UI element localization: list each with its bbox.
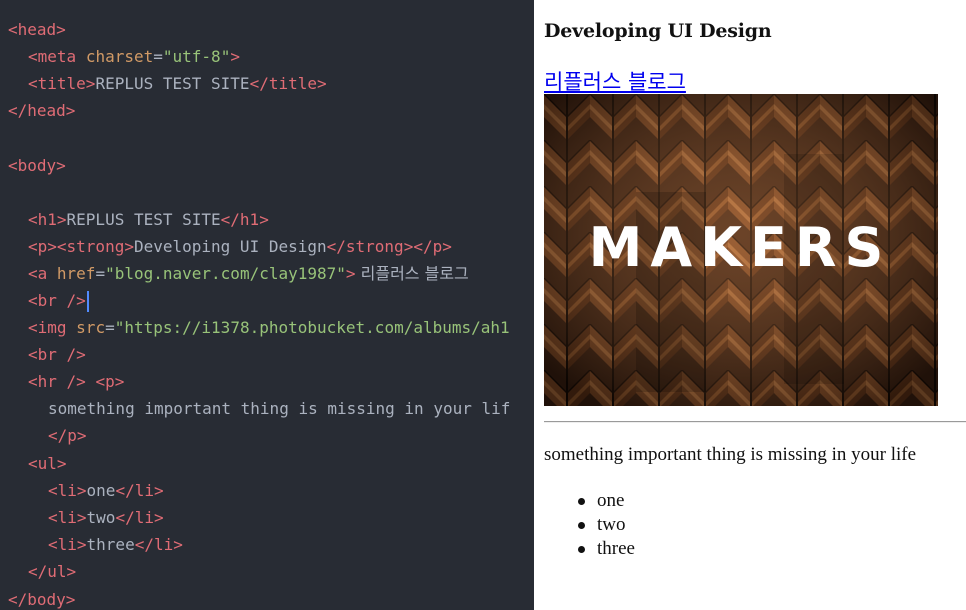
code-line-p-text[interactable]: something important thing is missing in … <box>48 395 510 422</box>
code-line-body-open[interactable]: <body> <box>8 152 66 179</box>
preview-paragraph: something important thing is missing in … <box>544 444 917 465</box>
p-text: something important thing is missing in … <box>48 399 511 418</box>
code-line-meta[interactable]: <meta charset="utf-8"> <box>28 43 240 70</box>
list-item: one <box>544 489 635 513</box>
code-line-br-2[interactable]: <br /> <box>28 341 86 368</box>
list-item: three <box>544 537 635 561</box>
strong-text: Developing UI Design <box>133 237 327 256</box>
list-item: two <box>544 513 635 537</box>
li-text-2: two <box>86 508 116 527</box>
code-line-h1[interactable]: <h1>REPLUS TEST SITE</h1> <box>28 206 269 233</box>
code-line-head-close[interactable]: </head> <box>8 97 75 124</box>
code-line-head-open[interactable]: <head> <box>8 16 66 43</box>
code-editor[interactable]: <head> <meta charset="utf-8"> <title>REP… <box>0 0 534 610</box>
code-line-li-2[interactable]: <li>two</li> <box>48 504 164 531</box>
text-cursor <box>86 291 89 312</box>
title-text: REPLUS TEST SITE <box>95 74 250 93</box>
makers-image: MAKERS <box>544 94 938 406</box>
code-line-body-close[interactable]: </body> <box>8 586 75 610</box>
code-line-ul-open[interactable]: <ul> <box>28 450 67 477</box>
code-line-p-close[interactable]: </p> <box>48 422 87 449</box>
href-value: "blog.naver.com/clay1987" <box>105 264 346 283</box>
code-line-ul-close[interactable]: </ul> <box>28 558 76 585</box>
anchor-text: 리플러스 블로그 <box>355 264 474 283</box>
code-line-title[interactable]: <title>REPLUS TEST SITE</title> <box>28 70 327 97</box>
browser-preview: Developing UI Design 리플러스 블로그 MAKERS som… <box>534 0 966 610</box>
img-src-value: "https://i1378.photobucket.com/albums/ah… <box>114 318 510 337</box>
code-line-hr[interactable]: <hr /> <p> <box>28 368 124 395</box>
h1-text: REPLUS TEST SITE <box>66 210 221 229</box>
horizontal-rule <box>544 421 966 423</box>
meta-charset-value: "utf-8" <box>162 47 231 66</box>
makers-logo-text: MAKERS <box>589 216 892 279</box>
code-line-img[interactable]: <img src="https://i1378.photobucket.com/… <box>28 314 510 341</box>
preview-strong-heading: Developing UI Design <box>544 20 772 42</box>
preview-list: one two three <box>544 489 635 561</box>
preview-blog-link[interactable]: 리플러스 블로그 <box>544 66 686 96</box>
li-text-1: one <box>86 481 116 500</box>
li-text-3: three <box>86 535 135 554</box>
code-line-anchor[interactable]: <a href="blog.naver.com/clay1987"> 리플러스 … <box>28 260 474 287</box>
code-line-br-1[interactable]: <br /> <box>28 287 89 314</box>
code-line-li-3[interactable]: <li>three</li> <box>48 531 183 558</box>
code-line-strong[interactable]: <p><strong>Developing UI Design</strong>… <box>28 233 452 260</box>
code-line-li-1[interactable]: <li>one</li> <box>48 477 164 504</box>
